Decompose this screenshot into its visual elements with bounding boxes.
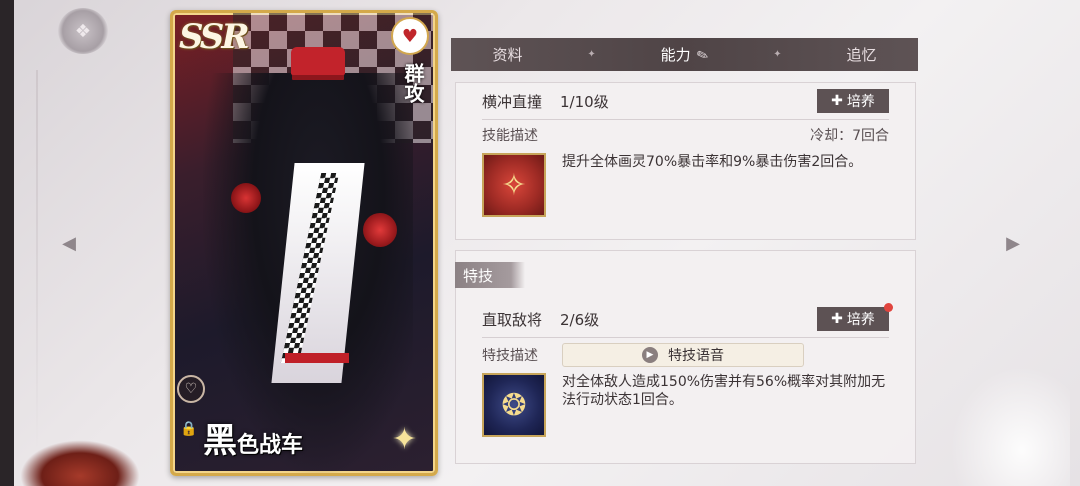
rarity-badge: SSR bbox=[179, 17, 250, 57]
skill-level: 1/10级 bbox=[560, 92, 609, 111]
special-description: 对全体敌人造成150%伤害并有56%概率对其附加无法行动状态1回合。 bbox=[562, 374, 886, 408]
lock-icon[interactable]: 🔒 bbox=[179, 419, 199, 439]
character-name-first: 黑 bbox=[203, 421, 237, 461]
skill-description: 提升全体画灵70%暴击率和9%暴击伤害2回合。 bbox=[562, 154, 863, 170]
tab-ability-label: 能力 bbox=[660, 46, 691, 64]
special-desc-label: 特技描述 bbox=[482, 348, 538, 364]
next-card-arrow-icon[interactable]: ▶ bbox=[1000, 232, 1026, 254]
special-icon: ❂ bbox=[482, 373, 546, 437]
special-voice-button[interactable]: ▶ 特技语音 bbox=[562, 343, 804, 367]
plus-icon: ✚ bbox=[831, 93, 843, 109]
tab-ability[interactable]: 能力 ✎ bbox=[643, 44, 727, 66]
sparkle-icon: ✦ bbox=[391, 422, 417, 457]
left-edge-strip bbox=[0, 0, 14, 486]
decorative-frame-line bbox=[36, 70, 38, 450]
tab-profile[interactable]: 资料 bbox=[474, 44, 540, 65]
decorative-feather bbox=[950, 366, 1070, 486]
heart-pulse-icon[interactable]: ♥ bbox=[391, 17, 429, 55]
tab-memory[interactable]: 追忆 bbox=[828, 44, 894, 65]
character-rose-hand bbox=[231, 183, 261, 213]
divider bbox=[482, 119, 889, 120]
previous-card-arrow-icon[interactable]: ◀ bbox=[56, 232, 82, 254]
special-level: 2/6级 bbox=[560, 310, 600, 329]
tab-separator-icon: ✦ bbox=[587, 49, 596, 60]
skill-train-button[interactable]: ✚ 培养 bbox=[817, 89, 889, 113]
tab-bar: 资料 ✦ 能力 ✎ ✦ 追忆 bbox=[451, 38, 918, 71]
heart-icon[interactable]: ♡ bbox=[177, 375, 205, 403]
ornament-icon: ❖ bbox=[74, 20, 92, 42]
notification-dot bbox=[884, 303, 893, 312]
skill-train-label: 培养 bbox=[846, 94, 875, 110]
decorative-rose bbox=[20, 440, 140, 486]
character-name-rest: 色战车 bbox=[237, 432, 304, 458]
play-icon: ▶ bbox=[642, 347, 658, 363]
attack-type-label: 群攻 bbox=[401, 63, 425, 103]
character-rose bbox=[363, 213, 397, 247]
special-train-label: 培养 bbox=[846, 312, 875, 328]
skill-cooldown: 冷却：7回合 bbox=[810, 128, 889, 144]
brush-icon: ✎ bbox=[694, 46, 711, 66]
tab-separator-icon: ✦ bbox=[773, 49, 782, 60]
back-button[interactable]: ❖ bbox=[58, 8, 108, 54]
crit-sparkle-icon: ✧ bbox=[501, 167, 527, 203]
skill-name: 横冲直撞 bbox=[482, 92, 543, 111]
special-name: 直取敌将 bbox=[482, 310, 543, 329]
skill-panel: 横冲直撞 1/10级 ✚ 培养 技能描述 冷却：7回合 ✧ 提升全体画灵70%暴击… bbox=[455, 82, 916, 240]
special-voice-label: 特技语音 bbox=[668, 348, 724, 364]
skill-icon: ✧ bbox=[482, 153, 546, 217]
skill-desc-label: 技能描述 bbox=[482, 128, 538, 144]
divider bbox=[482, 337, 889, 338]
character-belt bbox=[285, 353, 349, 363]
plus-icon: ✚ bbox=[831, 311, 843, 327]
swirl-emblem-icon: ❂ bbox=[501, 387, 527, 423]
character-name: 黑色战车 bbox=[203, 413, 303, 461]
special-train-button[interactable]: ✚ 培养 bbox=[817, 303, 893, 331]
character-hat bbox=[291, 47, 345, 75]
character-card[interactable]: SSR ♥ 群攻 ♡ 🔒 黑色战车 ✦ bbox=[170, 10, 438, 476]
special-section-tag: 特技 bbox=[455, 262, 525, 288]
